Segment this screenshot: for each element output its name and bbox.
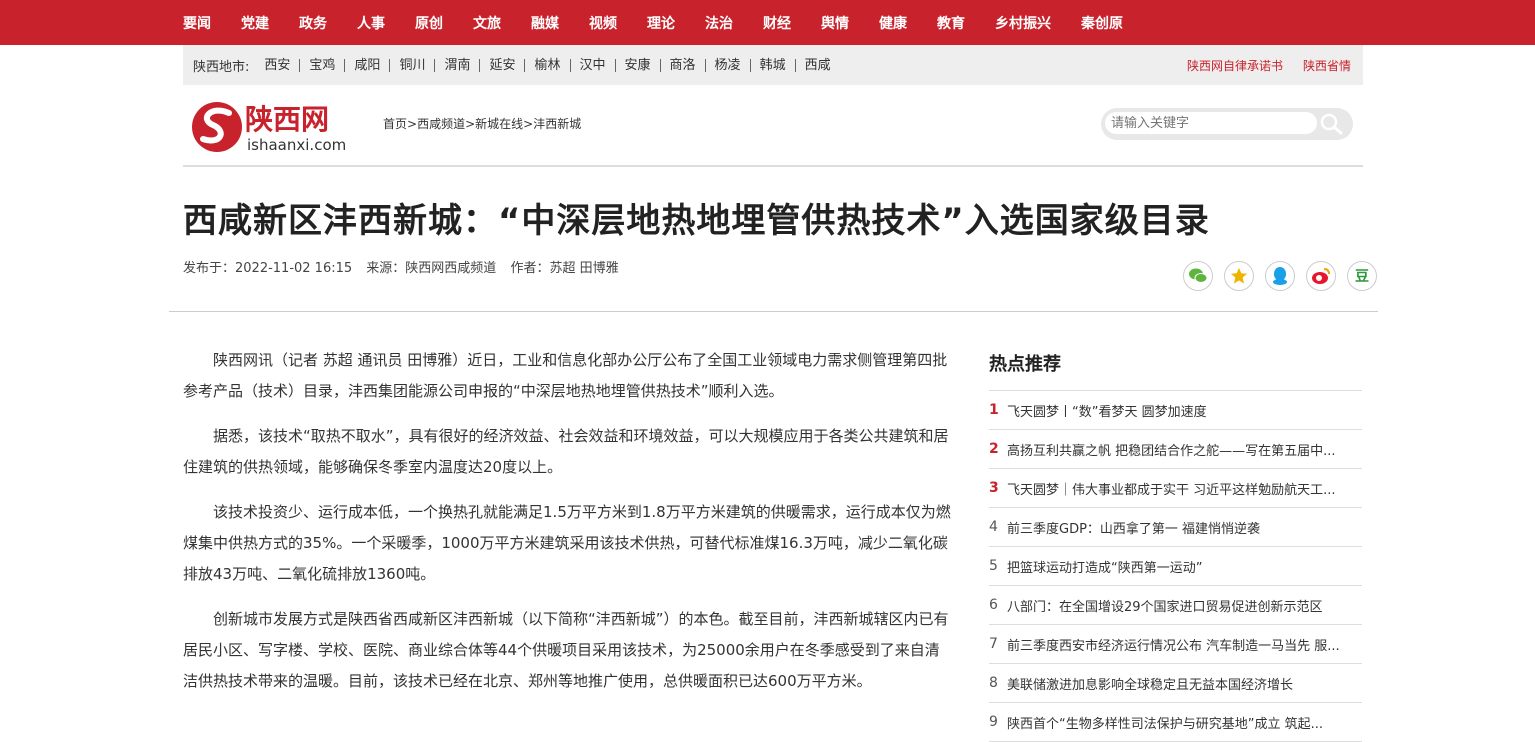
search-input[interactable] <box>1105 112 1317 134</box>
self-discipline-link[interactable]: 陕西网自律承诺书 <box>1187 57 1283 74</box>
hot-item[interactable]: 5 把篮球运动打造成“陕西第一运动” <box>989 547 1362 586</box>
hot-rank: 1 <box>989 402 999 418</box>
hot-rank: 2 <box>989 441 999 457</box>
sidebar-title: 热点推荐 <box>989 354 1061 375</box>
nav-fazhi[interactable]: 法治 <box>705 13 733 33</box>
nav-wenlv[interactable]: 文旅 <box>473 13 501 33</box>
search-box <box>1101 108 1353 140</box>
hot-link[interactable]: 前三季度西安市经济运行情况公布 汽车制造一马当先 服... <box>1007 635 1359 654</box>
logo-domain: ishaanxi.com <box>247 136 346 154</box>
city-link[interactable]: 渭南 <box>435 58 481 72</box>
nav-qinchuangyuan[interactable]: 秦创原 <box>1081 13 1123 33</box>
breadcrumb-channel[interactable]: 西咸频道 <box>417 117 465 131</box>
breadcrumb-current[interactable]: 沣西新城 <box>533 117 581 131</box>
search-icon[interactable] <box>1319 113 1343 135</box>
city-link[interactable]: 西安 <box>255 58 301 72</box>
nav-zhengwu[interactable]: 政务 <box>299 13 327 33</box>
breadcrumb: 首页>西咸频道>新城在线>沣西新城 <box>383 117 582 131</box>
wechat-share-button[interactable] <box>1183 261 1213 291</box>
hot-link[interactable]: 高扬互利共赢之帆 把稳团结合作之舵——写在第五届中... <box>1007 440 1359 459</box>
weibo-icon <box>1312 268 1330 284</box>
city-link[interactable]: 宝鸡 <box>300 58 346 72</box>
hot-rank: 4 <box>989 519 998 535</box>
city-link[interactable]: 延安 <box>480 58 526 72</box>
article-meta: 发布于：2022-11-02 16:15 来源：陕西网西咸频道 作者：苏超 田博… <box>183 257 629 276</box>
qq-share-button[interactable] <box>1265 261 1295 291</box>
hot-item[interactable]: 2 高扬互利共赢之帆 把稳团结合作之舵——写在第五届中... <box>989 430 1362 469</box>
weibo-share-button[interactable] <box>1306 261 1336 291</box>
hot-item[interactable]: 3 飞天圆梦｜伟大事业都成于实干 习近平这样勉励航天工... <box>989 469 1362 508</box>
hot-item[interactable]: 6 八部门：在全国增设29个国家进口贸易促进创新示范区 <box>989 586 1362 625</box>
city-link[interactable]: 铜川 <box>390 58 436 72</box>
nav-yuanchuang[interactable]: 原创 <box>415 13 443 33</box>
province-info-link[interactable]: 陕西省情 <box>1303 57 1351 74</box>
hot-rank: 3 <box>989 480 999 496</box>
city-link[interactable]: 杨凌 <box>706 58 751 72</box>
hot-item[interactable]: 9 陕西首个“生物多样性司法保护与研究基地”成立 筑起... <box>989 703 1362 742</box>
hot-recommendations: 热点推荐 1 飞天圆梦丨“数”看梦天 圆梦加速度 2 高扬互利共赢之帆 把稳团结合作… <box>989 350 1362 742</box>
hot-link[interactable]: 八部门：在全国增设29个国家进口贸易促进创新示范区 <box>1007 596 1359 615</box>
hot-item[interactable]: 7 前三季度西安市经济运行情况公布 汽车制造一马当先 服... <box>989 625 1362 664</box>
hot-rank: 7 <box>989 636 998 652</box>
nav-caijing[interactable]: 财经 <box>763 13 791 33</box>
site-logo[interactable]: 陕西网 ishaanxi.com <box>191 97 381 157</box>
city-link[interactable]: 商洛 <box>661 58 706 72</box>
nav-yaowen[interactable]: 要闻 <box>183 13 211 33</box>
qzone-icon <box>1230 267 1248 284</box>
article-paragraph: 据悉，该技术“取热不取水”，具有很好的经济效益、社会效益和环境效益，可以大规模应… <box>183 427 949 476</box>
top-nav-list: 要闻 党建 政务 人事 原创 文旅 融媒 视频 理论 法治 财经 舆情 健康 教… <box>183 0 1535 45</box>
article-paragraph: 陕西网讯（记者 苏超 通讯员 田博雅）近日，工业和信息化部办公厅公布了全国工业领… <box>183 351 948 400</box>
article-paragraph: 创新城市发展方式是陕西省西咸新区沣西新城（以下简称“沣西新城”）的本色。截至目前… <box>183 610 949 690</box>
nav-xiangcun[interactable]: 乡村振兴 <box>995 13 1051 33</box>
hot-link[interactable]: 飞天圆梦｜伟大事业都成于实干 习近平这样勉励航天工... <box>1007 479 1359 498</box>
hot-item[interactable]: 4 前三季度GDP：山西拿了第一 福建悄悄逆袭 <box>989 508 1362 547</box>
nav-yuqing[interactable]: 舆情 <box>821 13 849 33</box>
nav-rongmei[interactable]: 融媒 <box>531 13 559 33</box>
logo-text: 陕西网 <box>245 103 329 136</box>
share-buttons: 豆 <box>1183 261 1388 291</box>
nav-lilun[interactable]: 理论 <box>647 13 675 33</box>
hot-link[interactable]: 美联储激进加息影响全球稳定且无益本国经济增长 <box>1007 674 1359 693</box>
city-link[interactable]: 咸阳 <box>345 58 391 72</box>
hot-item[interactable]: 8 美联储激进加息影响全球稳定且无益本国经济增长 <box>989 664 1362 703</box>
city-link[interactable]: 汉中 <box>571 58 616 72</box>
hot-link[interactable]: 飞天圆梦丨“数”看梦天 圆梦加速度 <box>1007 401 1359 420</box>
hot-link[interactable]: 前三季度GDP：山西拿了第一 福建悄悄逆袭 <box>1007 518 1359 537</box>
wechat-icon <box>1189 268 1208 283</box>
article-paragraph: 该技术投资少、运行成本低，一个换热孔就能满足1.5万平方米到1.8万平方米建筑的… <box>183 503 951 583</box>
qzone-share-button[interactable] <box>1224 261 1254 291</box>
douban-icon: 豆 <box>1355 269 1369 285</box>
hot-rank: 5 <box>989 558 998 574</box>
hot-link[interactable]: 把篮球运动打造成“陕西第一运动” <box>1007 557 1359 576</box>
city-bar: 陕西地市: 西安 宝鸡 咸阳 铜川 渭南 延安 榆林 汉中 安康 商洛 杨凌 韩… <box>183 45 1363 85</box>
city-link[interactable]: 西咸 <box>796 59 840 72</box>
nav-dangjian[interactable]: 党建 <box>241 13 269 33</box>
qq-icon <box>1273 267 1287 285</box>
city-link[interactable]: 安康 <box>616 58 661 72</box>
nav-jiankang[interactable]: 健康 <box>879 13 907 33</box>
site-header: 陕西网 ishaanxi.com 首页>西咸频道>新城在线>沣西新城 <box>183 85 1363 167</box>
city-link[interactable]: 榆林 <box>525 58 571 72</box>
hot-rank: 9 <box>989 714 998 730</box>
top-nav-bar: 要闻 党建 政务 人事 原创 文旅 融媒 视频 理论 法治 财经 舆情 健康 教… <box>0 0 1535 45</box>
hot-rank: 6 <box>989 597 998 613</box>
city-bar-label: 陕西地市: <box>193 59 250 75</box>
hot-item[interactable]: 1 飞天圆梦丨“数”看梦天 圆梦加速度 <box>989 391 1362 430</box>
article-title: 西咸新区沣西新城：“中深层地热地埋管供热技术”入选国家级目录 <box>183 201 1210 241</box>
hot-link[interactable]: 陕西首个“生物多样性司法保护与研究基地”成立 筑起... <box>1007 713 1359 732</box>
content-divider <box>169 311 1378 312</box>
city-bar-right: 陕西网自律承诺书 陕西省情 <box>1167 45 1351 85</box>
douban-share-button[interactable]: 豆 <box>1347 261 1377 291</box>
city-link[interactable]: 韩城 <box>751 58 796 72</box>
publish-time: 发布于：2022-11-02 16:15 <box>183 261 353 276</box>
nav-shipin[interactable]: 视频 <box>589 13 617 33</box>
article-author: 作者：苏超 田博雅 <box>510 261 619 276</box>
article-source: 来源：陕西网西咸频道 <box>366 261 497 276</box>
hot-rank: 8 <box>989 675 998 691</box>
nav-renshi[interactable]: 人事 <box>357 13 385 33</box>
breadcrumb-home[interactable]: 首页 <box>383 117 407 131</box>
breadcrumb-section[interactable]: 新城在线 <box>475 117 523 131</box>
nav-jiaoyu[interactable]: 教育 <box>937 13 965 33</box>
article-body: 陕西网讯（记者 苏超 通讯员 田博雅）近日，工业和信息化部办公厅公布了全国工业领… <box>183 345 953 711</box>
